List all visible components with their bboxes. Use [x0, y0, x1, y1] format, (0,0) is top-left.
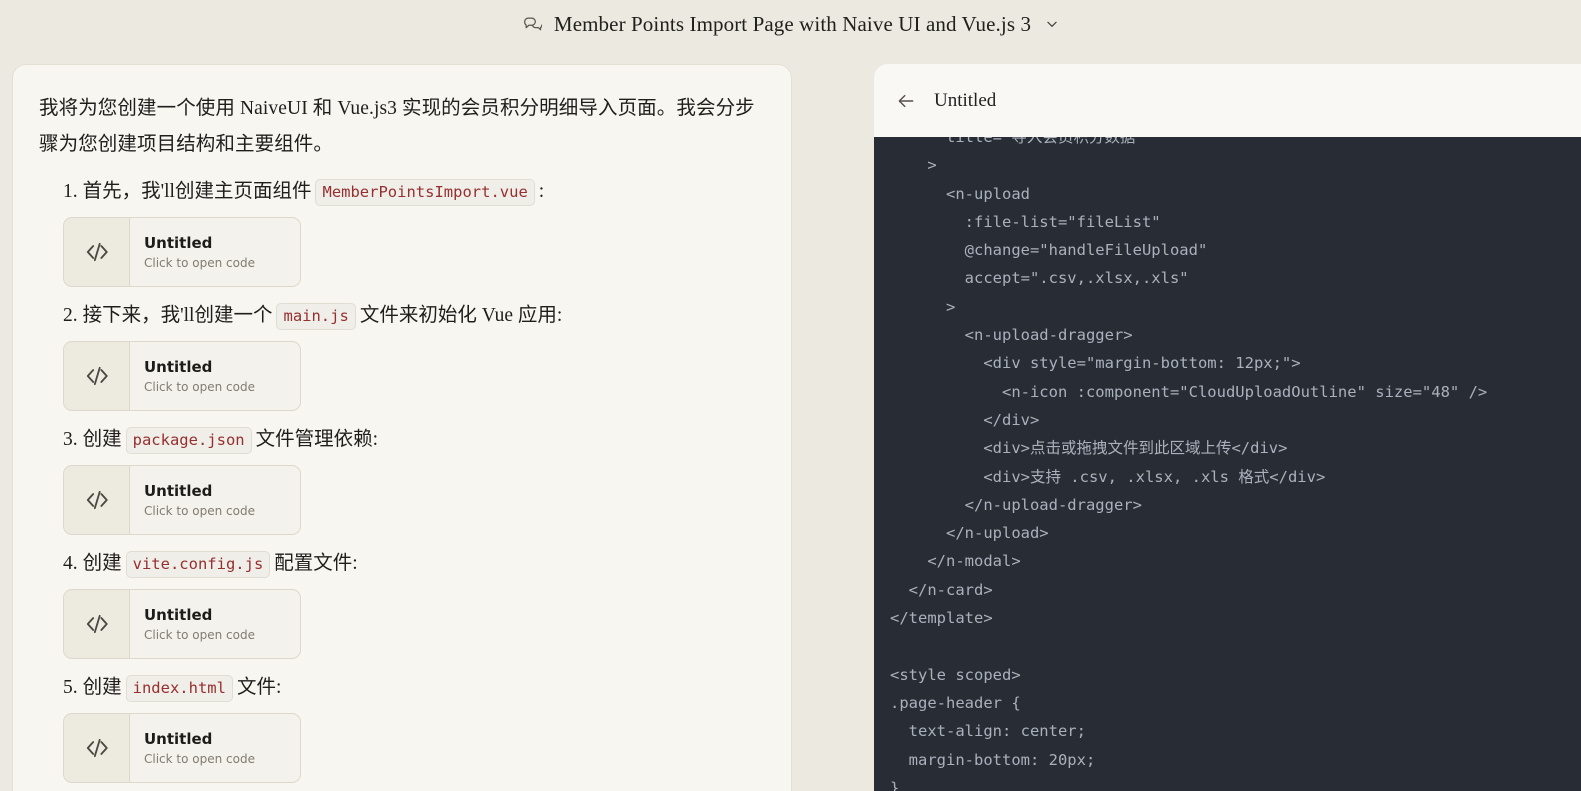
inline-code-chip: package.json [125, 426, 252, 454]
inline-code-chip: index.html [125, 674, 233, 702]
artifact-body: Untitled Click to open code [130, 714, 300, 782]
code-line: > [890, 297, 956, 316]
chevron-down-icon[interactable] [1043, 17, 1059, 31]
arrow-left-icon[interactable] [896, 91, 916, 111]
code-line: > [890, 156, 937, 175]
artifact-title: Untitled [144, 729, 213, 748]
code-lines-container: title="导入会员积分数据" > <n-upload :file-list=… [874, 137, 1581, 791]
code-line: </div> [890, 410, 1040, 429]
code-brackets-icon [64, 342, 130, 410]
app-root: Member Points Import Page with Naive UI … [0, 0, 1581, 791]
inline-code-chip: main.js [276, 302, 356, 330]
artifact-body: Untitled Click to open code [130, 342, 300, 410]
step-text-after: 配置文件: [274, 553, 358, 574]
chat-bubbles-icon [522, 14, 542, 34]
artifact-title: Untitled [144, 357, 213, 376]
code-line: <n-icon :component="CloudUploadOutline" … [890, 382, 1488, 401]
code-line: margin-bottom: 20px; [890, 750, 1096, 769]
code-line: text-align: center; [890, 722, 1086, 741]
code-viewer-panel: Untitled title="导入会员积分数据" > <n-upload :f… [874, 64, 1581, 791]
conversation-title-button[interactable]: Member Points Import Page with Naive UI … [508, 8, 1073, 41]
artifact-body: Untitled Click to open code [130, 466, 300, 534]
code-brackets-icon [64, 590, 130, 658]
code-line: :file-list="fileList" [890, 212, 1161, 231]
artifact-card[interactable]: Untitled Click to open code [63, 341, 301, 411]
artifact-card[interactable]: Untitled Click to open code [63, 217, 301, 287]
step-text-after: 文件: [236, 677, 282, 698]
step-number: 1. [63, 181, 78, 202]
step-line: 5. 创建 index.html 文件: [39, 673, 761, 703]
step-number: 5. [63, 677, 78, 698]
code-panel-title: Untitled [934, 89, 997, 111]
code-line: <div>支持 .csv, .xlsx, .xls 格式</div> [890, 467, 1326, 486]
step-line: 4. 创建 vite.config.js 配置文件: [39, 549, 761, 579]
code-line: .page-header { [890, 693, 1021, 712]
code-line: <style scoped> [890, 665, 1021, 684]
step-text-before: 创建 [82, 429, 122, 450]
artifact-subtitle: Click to open code [144, 255, 255, 270]
artifact-card[interactable]: Untitled Click to open code [63, 589, 301, 659]
step-line: 1. 首先，我'll创建主页面组件 MemberPointsImport.vue… [39, 177, 761, 207]
code-brackets-icon [64, 218, 130, 286]
step-number: 3. [63, 429, 78, 450]
code-line: <div style="margin-bottom: 12px;"> [890, 354, 1301, 373]
code-line: @change="handleFileUpload" [890, 241, 1208, 260]
step-text-after: 文件来初始化 Vue 应用: [359, 305, 563, 326]
code-line: </n-modal> [890, 552, 1021, 571]
step-line: 2. 接下来，我'll创建一个 main.js 文件来初始化 Vue 应用: [39, 301, 761, 331]
artifact-title: Untitled [144, 233, 213, 252]
inline-code-chip: vite.config.js [125, 550, 271, 578]
step-text-before: 首先，我'll创建主页面组件 [82, 181, 312, 202]
artifact-title: Untitled [144, 605, 213, 624]
code-body[interactable]: title="导入会员积分数据" > <n-upload :file-list=… [874, 137, 1581, 791]
step-line: 3. 创建 package.json 文件管理依赖: [39, 425, 761, 455]
artifact-title: Untitled [144, 481, 213, 500]
page-title: Member Points Import Page with Naive UI … [553, 11, 1032, 36]
code-line: </n-upload-dragger> [890, 495, 1142, 514]
code-line: </n-upload> [890, 524, 1049, 543]
code-line: accept=".csv,.xlsx,.xls" [890, 269, 1189, 288]
code-brackets-icon [64, 466, 130, 534]
intro-paragraph: 我将为您创建一个使用 NaiveUI 和 Vue.js3 实现的会员积分明细导入… [39, 98, 755, 155]
artifact-body: Untitled Click to open code [130, 590, 300, 658]
code-line: <div>点击或拖拽文件到此区域上传</div> [890, 439, 1288, 458]
artifact-card[interactable]: Untitled Click to open code [63, 713, 301, 783]
step-number: 4. [63, 553, 78, 574]
artifact-subtitle: Click to open code [144, 379, 255, 394]
code-line: title="导入会员积分数据" [890, 137, 1145, 146]
step-text-before: 接下来，我'll创建一个 [82, 305, 273, 326]
artifact-subtitle: Click to open code [144, 751, 255, 766]
code-line: <n-upload [890, 184, 1030, 203]
top-bar: Member Points Import Page with Naive UI … [0, 0, 1581, 48]
conversation-panel: 我将为您创建一个使用 NaiveUI 和 Vue.js3 实现的会员积分明细导入… [12, 64, 792, 791]
inline-code-chip: MemberPointsImport.vue [315, 178, 535, 206]
artifact-subtitle: Click to open code [144, 503, 255, 518]
code-brackets-icon [64, 714, 130, 782]
step-text-before: 创建 [82, 677, 122, 698]
code-line: </n-card> [890, 580, 993, 599]
artifact-subtitle: Click to open code [144, 627, 255, 642]
code-panel-header: Untitled [874, 64, 1581, 137]
code-line: </template> [890, 609, 993, 628]
step-text-after: 文件管理依赖: [255, 429, 379, 450]
code-line: } [890, 778, 900, 791]
step-text-after: : [538, 181, 545, 202]
step-number: 2. [63, 305, 78, 326]
artifact-card[interactable]: Untitled Click to open code [63, 465, 301, 535]
step-text-before: 创建 [82, 553, 122, 574]
artifact-body: Untitled Click to open code [130, 218, 300, 286]
code-line: <n-upload-dragger> [890, 326, 1133, 345]
